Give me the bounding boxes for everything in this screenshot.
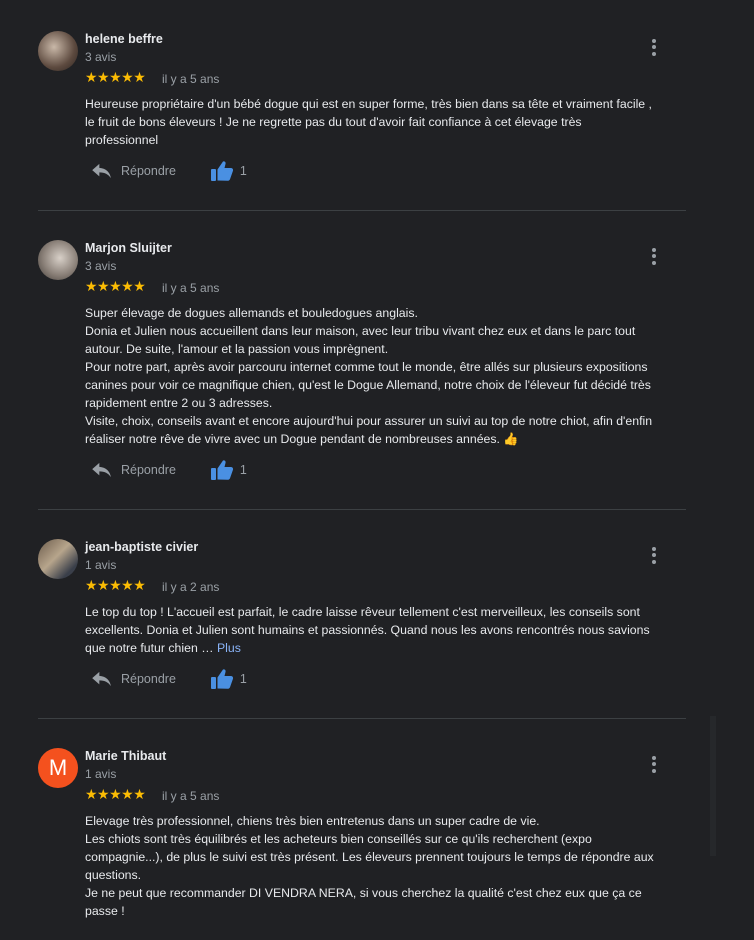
star-rating: ★★★★★ xyxy=(85,577,146,593)
more-options-icon[interactable] xyxy=(644,246,664,266)
review-text: Super élevage de dogues allemands et bou… xyxy=(85,306,653,446)
avatar[interactable] xyxy=(38,539,78,579)
review-actions: Répondre 1 xyxy=(85,159,247,183)
star-rating: ★★★★★ xyxy=(85,786,146,802)
thumbs-up-icon[interactable] xyxy=(210,459,234,481)
reviewer-name[interactable]: jean-baptiste civier xyxy=(85,540,198,554)
more-options-icon[interactable] xyxy=(644,754,664,774)
review-text: Elevage très professionnel, chiens très … xyxy=(85,814,654,918)
review-text-body: Le top du top ! L'accueil est parfait, l… xyxy=(85,605,650,655)
divider xyxy=(38,509,686,510)
review-card: Marjon Sluijter 3 avis ★★★★★ il y a 5 an… xyxy=(38,240,686,500)
review-time: il y a 2 ans xyxy=(162,580,220,594)
review-actions: Répondre 1 xyxy=(85,458,247,482)
review-time: il y a 5 ans xyxy=(162,72,220,86)
reviewer-name[interactable]: Marjon Sluijter xyxy=(85,241,172,255)
divider xyxy=(38,210,686,211)
more-link[interactable]: Plus xyxy=(217,641,241,655)
thumbs-up-icon[interactable] xyxy=(210,160,234,182)
reply-icon[interactable] xyxy=(91,163,113,179)
more-options-icon[interactable] xyxy=(644,545,664,565)
review-card: M Marie Thibaut 1 avis ★★★★★ il y a 5 an… xyxy=(38,748,686,938)
review-time: il y a 5 ans xyxy=(162,281,220,295)
thumbs-up-icon[interactable] xyxy=(210,668,234,690)
reply-button[interactable]: Répondre xyxy=(121,463,176,477)
review-card: helene beffre 3 avis ★★★★★ il y a 5 ans … xyxy=(38,31,686,201)
like-count: 1 xyxy=(239,672,247,686)
avatar[interactable]: M xyxy=(38,748,78,788)
scrollbar[interactable] xyxy=(710,716,716,856)
review-count: 3 avis xyxy=(85,259,117,273)
review-count: 1 avis xyxy=(85,767,117,781)
more-options-icon[interactable] xyxy=(644,37,664,57)
like-count: 1 xyxy=(239,463,247,477)
review-time: il y a 5 ans xyxy=(162,789,220,803)
reviewer-name[interactable]: helene beffre xyxy=(85,32,163,46)
star-rating: ★★★★★ xyxy=(85,69,146,85)
star-rating: ★★★★★ xyxy=(85,278,146,294)
review-count: 3 avis xyxy=(85,50,117,64)
review-card: jean-baptiste civier 1 avis ★★★★★ il y a… xyxy=(38,539,686,709)
reply-icon[interactable] xyxy=(91,462,113,478)
review-text: Heureuse propriétaire d'un bébé dogue qu… xyxy=(85,97,652,147)
review-actions: Répondre 1 xyxy=(85,667,247,691)
review-text: Le top du top ! L'accueil est parfait, l… xyxy=(85,603,688,657)
review-count: 1 avis xyxy=(85,558,117,572)
reply-button[interactable]: Répondre xyxy=(121,672,176,686)
reply-button[interactable]: Répondre xyxy=(121,164,176,178)
avatar[interactable] xyxy=(38,240,78,280)
avatar[interactable] xyxy=(38,31,78,71)
reply-icon[interactable] xyxy=(91,671,113,687)
reviewer-name[interactable]: Marie Thibaut xyxy=(85,749,166,763)
like-count: 1 xyxy=(239,164,247,178)
divider xyxy=(38,718,686,719)
